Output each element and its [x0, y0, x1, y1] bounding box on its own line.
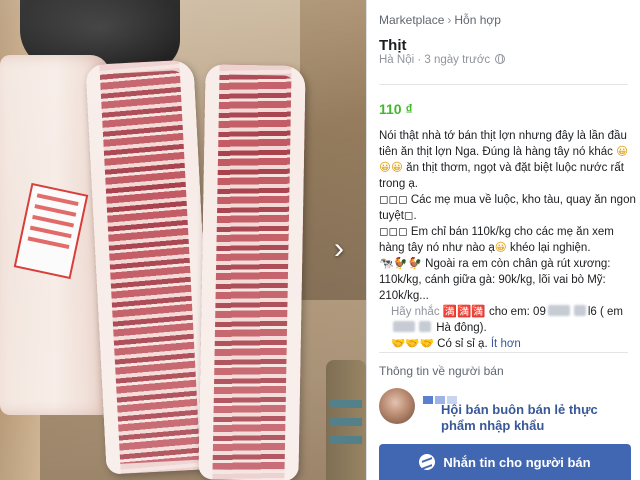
listing-location[interactable]: Hà Nội — [379, 54, 414, 66]
breadcrumb: Marketplace › Hỗn hợp — [379, 13, 501, 27]
divider — [379, 84, 628, 85]
animal-emoji-icon: 🐄🐓🐓 — [379, 258, 422, 270]
description-paragraph: Nói thật nhà tớ bán thịt lợn nhưng đây l… — [379, 130, 629, 190]
seller-avatar[interactable] — [379, 388, 415, 424]
description-paragraph: Hà đông). — [379, 320, 637, 336]
meta-separator: · — [414, 54, 425, 66]
seller-name-link[interactable]: Hội bán buôn bán lẻ thực phẩm nhập khẩu — [441, 402, 631, 434]
listing-posted-time: 3 ngày trước — [424, 54, 491, 66]
badge-mark — [423, 396, 433, 404]
seller-section-heading: Thông tin về người bán — [379, 364, 504, 378]
redacted-text — [547, 305, 570, 316]
description-paragraph: 🤝🤝🤝 Có sỉ sỉ ạ. Ít hơn — [391, 338, 521, 350]
message-seller-label: Nhắn tin cho người bán — [443, 454, 591, 470]
grinning-emoji-icon: 😀 — [494, 242, 507, 254]
divider — [379, 352, 628, 353]
breadcrumb-separator: › — [447, 13, 452, 27]
chevron-right-icon[interactable]: › — [322, 232, 356, 266]
description-paragraph: 🐄🐓🐓 Ngoài ra em còn chân gà rút xương: 1… — [379, 258, 611, 302]
message-seller-button[interactable]: Nhắn tin cho người bán — [379, 444, 631, 480]
redacted-text — [419, 321, 431, 332]
listing-photo[interactable]: › — [0, 0, 366, 480]
breadcrumb-marketplace[interactable]: Marketplace — [379, 13, 444, 27]
show-less-link[interactable]: Ít hơn — [491, 338, 521, 350]
listing-price: 110 ₫ — [379, 101, 413, 117]
listing-title: Thịt — [379, 37, 407, 54]
plastic-wrap — [0, 0, 366, 480]
listing-details-panel: Marketplace › Hỗn hợp Thịt Hà Nội · 3 ngày… — [366, 0, 640, 480]
globe-icon — [495, 54, 506, 64]
breadcrumb-category[interactable]: Hỗn hợp — [454, 13, 501, 27]
redacted-text — [393, 321, 415, 332]
description-paragraph: Hãy nhắc 🈵🈵🈵 cho em: 09 l6 ( em — [391, 305, 623, 318]
listing-description: Nói thật nhà tớ bán thịt lợn nhưng đây l… — [379, 128, 637, 352]
badge-emoji-icon: 🈵🈵🈵 — [442, 306, 486, 318]
description-paragraph: ◻◻◻ Các mẹ mua về luộc, kho tàu, quay ăn… — [379, 194, 636, 222]
messenger-icon — [419, 454, 436, 470]
description-paragraph: ◻◻◻ Em chỉ bán 110k/kg cho các mẹ ăn xem… — [379, 226, 614, 254]
redacted-text — [573, 305, 586, 316]
listing-meta: Hà Nội · 3 ngày trước — [379, 54, 506, 66]
handshake-emoji-icon: 🤝🤝🤝 — [391, 338, 434, 350]
